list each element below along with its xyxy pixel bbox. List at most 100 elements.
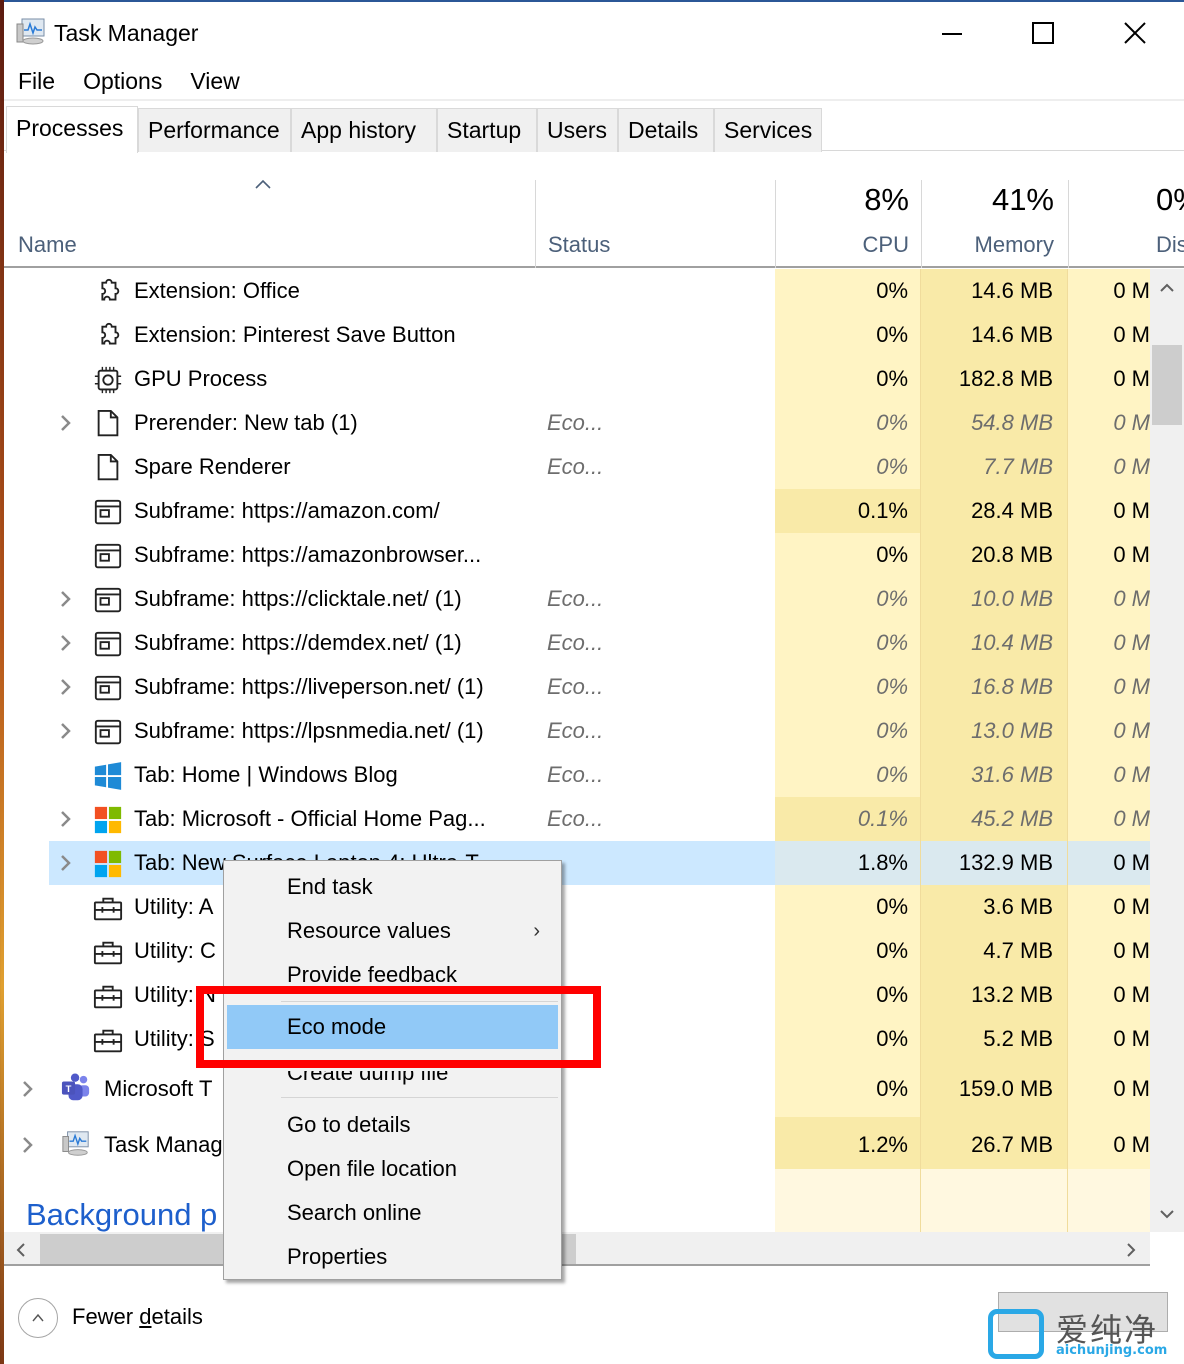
column-header-memory[interactable]: 41% Memory <box>921 180 1068 268</box>
process-row[interactable]: Subframe: https://liveperson.net/ (1) Eco… <box>4 665 1150 709</box>
column-header-disk[interactable]: 0% Dis <box>1068 180 1184 268</box>
minimize-button[interactable] <box>906 10 998 56</box>
process-disk: 0 M <box>1068 841 1150 885</box>
column-header-cpu[interactable]: 8% CPU <box>775 180 921 268</box>
tab-performance[interactable]: Performance <box>138 108 291 152</box>
process-row[interactable]: Tab: Microsoft - Official Home Pag... Eco… <box>4 797 1150 841</box>
process-name: Spare Renderer <box>134 454 291 479</box>
fewer-details-link[interactable]: Fewer details <box>72 1304 203 1330</box>
process-row[interactable]: Spare Renderer Eco... 0% 7.7 MB 0 M <box>4 445 1150 489</box>
column-header-name[interactable]: Name <box>4 180 535 268</box>
expand-chevron-icon[interactable] <box>60 709 80 753</box>
process-row[interactable]: Utility: S 0% 5.2 MB 0 M <box>4 1017 1150 1061</box>
close-button[interactable] <box>1089 10 1181 56</box>
process-row[interactable]: Utility: A 0% 3.6 MB 0 M <box>4 885 1150 929</box>
expand-chevron-icon[interactable] <box>60 841 80 885</box>
ctx-separator <box>281 1001 558 1002</box>
process-disk: 0 M <box>1068 621 1150 665</box>
expand-chevron-icon[interactable] <box>60 621 80 665</box>
task-manager-window: Task Manager File Options View Processes… <box>4 0 1184 1364</box>
expand-chevron-icon[interactable] <box>60 577 80 621</box>
process-disk: 0 M <box>1068 709 1150 753</box>
process-cpu: 0% <box>775 1017 921 1061</box>
ctx-open-file-location[interactable]: Open file location <box>227 1147 558 1191</box>
process-row[interactable]: Subframe: https://amazonbrowser... 0% 20.8… <box>4 533 1150 577</box>
menu-file[interactable]: File <box>4 64 69 98</box>
process-memory: 13.2 MB <box>921 973 1068 1017</box>
process-row[interactable]: T Microsoft T 0% 159.0 MB 0 M <box>4 1061 1150 1117</box>
process-row[interactable]: Utility: N 0% 13.2 MB 0 M <box>4 973 1150 1017</box>
process-row-selected[interactable]: Tab: New Surface Laptop 4: Ultra-T...1.8… <box>49 841 1150 885</box>
ctx-create-dump-file[interactable]: Create dump file <box>227 1071 558 1095</box>
ctx-provide-feedback[interactable]: Provide feedback <box>227 953 558 997</box>
process-cpu: 0% <box>775 401 921 445</box>
tab-app-history[interactable]: App history <box>291 108 437 152</box>
expand-chevron-icon[interactable] <box>60 665 80 709</box>
fewer-details-button[interactable] <box>18 1298 58 1338</box>
process-row[interactable]: Subframe: https://clicktale.net/ (1) Eco.… <box>4 577 1150 621</box>
process-memory: 45.2 MB <box>921 797 1068 841</box>
tab-details[interactable]: Details <box>618 108 714 152</box>
menu-options[interactable]: Options <box>69 64 176 98</box>
process-status <box>547 357 775 401</box>
process-status: Eco... <box>547 718 604 743</box>
process-name: Subframe: https://demdex.net/ (1) <box>134 630 462 655</box>
expand-chevron-icon[interactable] <box>22 1061 42 1117</box>
process-memory: 10.4 MB <box>921 621 1068 665</box>
process-name: Extension: Office <box>134 278 300 303</box>
process-row[interactable]: Subframe: https://demdex.net/ (1) Eco... 0… <box>4 621 1150 665</box>
ctx-resource-values[interactable]: Resource values › <box>227 909 558 953</box>
window-title: Task Manager <box>54 20 199 46</box>
tab-services[interactable]: Services <box>714 108 822 152</box>
process-disk: 0 M <box>1068 929 1150 973</box>
process-cpu: 0% <box>775 313 921 357</box>
ctx-end-task[interactable]: End task <box>227 865 558 909</box>
ctx-go-to-details[interactable]: Go to details <box>227 1103 558 1147</box>
process-row[interactable]: Tab: Home | Windows Blog Eco... 0% 31.6 MB 0… <box>4 753 1150 797</box>
process-status: Eco... <box>547 806 604 831</box>
vertical-scroll-thumb[interactable] <box>1152 345 1182 425</box>
menu-bar: File Options View <box>4 64 254 98</box>
column-header-status[interactable]: Status <box>535 180 775 268</box>
svg-text:T: T <box>66 1084 72 1094</box>
ctx-eco-mode[interactable]: Eco mode <box>227 1005 558 1049</box>
tab-startup[interactable]: Startup <box>437 108 537 152</box>
process-disk: 0 M <box>1068 885 1150 929</box>
process-disk: 0 M <box>1068 577 1150 621</box>
horizontal-scrollbar[interactable] <box>4 1232 1150 1266</box>
ctx-search-online[interactable]: Search online <box>227 1191 558 1235</box>
scroll-right-icon[interactable] <box>1126 1242 1136 1258</box>
process-cpu: 1.8% <box>775 841 921 885</box>
process-row[interactable]: Subframe: https://amazon.com/0.1% 28.4 MB… <box>4 489 1150 533</box>
process-row[interactable]: Prerender: New tab (1) Eco... 0% 54.8 MB 0 M <box>4 401 1150 445</box>
process-status <box>547 1017 775 1061</box>
puzzle-icon <box>101 322 120 345</box>
process-disk: 0 M <box>1068 797 1150 841</box>
tab-users[interactable]: Users <box>537 108 618 152</box>
expand-chevron-icon[interactable] <box>60 797 80 841</box>
process-row[interactable]: Extension: Office 0% 14.6 MB 0 M <box>4 269 1150 313</box>
process-disk: 0 M <box>1068 489 1150 533</box>
expand-chevron-icon[interactable] <box>60 401 80 445</box>
ctx-separator <box>281 1097 558 1098</box>
process-row[interactable]: Subframe: https://lpsnmedia.net/ (1) Eco.… <box>4 709 1150 753</box>
scroll-left-icon[interactable] <box>16 1242 26 1258</box>
scroll-up-icon[interactable] <box>1159 283 1175 293</box>
tab-processes[interactable]: Processes <box>6 106 138 153</box>
vertical-scrollbar[interactable] <box>1150 269 1184 1232</box>
process-name: GPU Process <box>134 366 268 391</box>
process-memory: 7.7 MB <box>921 445 1068 489</box>
process-row[interactable]: Extension: Pinterest Save Button 0% 14.6 M… <box>4 313 1150 357</box>
process-status: Eco... <box>547 762 604 787</box>
submenu-arrow-icon: › <box>533 920 540 942</box>
expand-chevron-icon[interactable] <box>22 1117 42 1173</box>
process-row[interactable]: Utility: C 0% 4.7 MB 0 M <box>4 929 1150 973</box>
process-cpu: 0.1% <box>775 797 921 841</box>
process-row[interactable]: Task Manag 1.2% 26.7 MB 0 M <box>4 1117 1150 1173</box>
process-row[interactable]: GPU Process 0% 182.8 MB 0 M <box>4 357 1150 401</box>
ctx-properties[interactable]: Properties <box>227 1235 558 1279</box>
maximize-button[interactable] <box>997 10 1089 56</box>
process-status: Eco... <box>547 630 604 655</box>
menu-view[interactable]: View <box>176 64 253 98</box>
scroll-down-icon[interactable] <box>1159 1209 1175 1219</box>
